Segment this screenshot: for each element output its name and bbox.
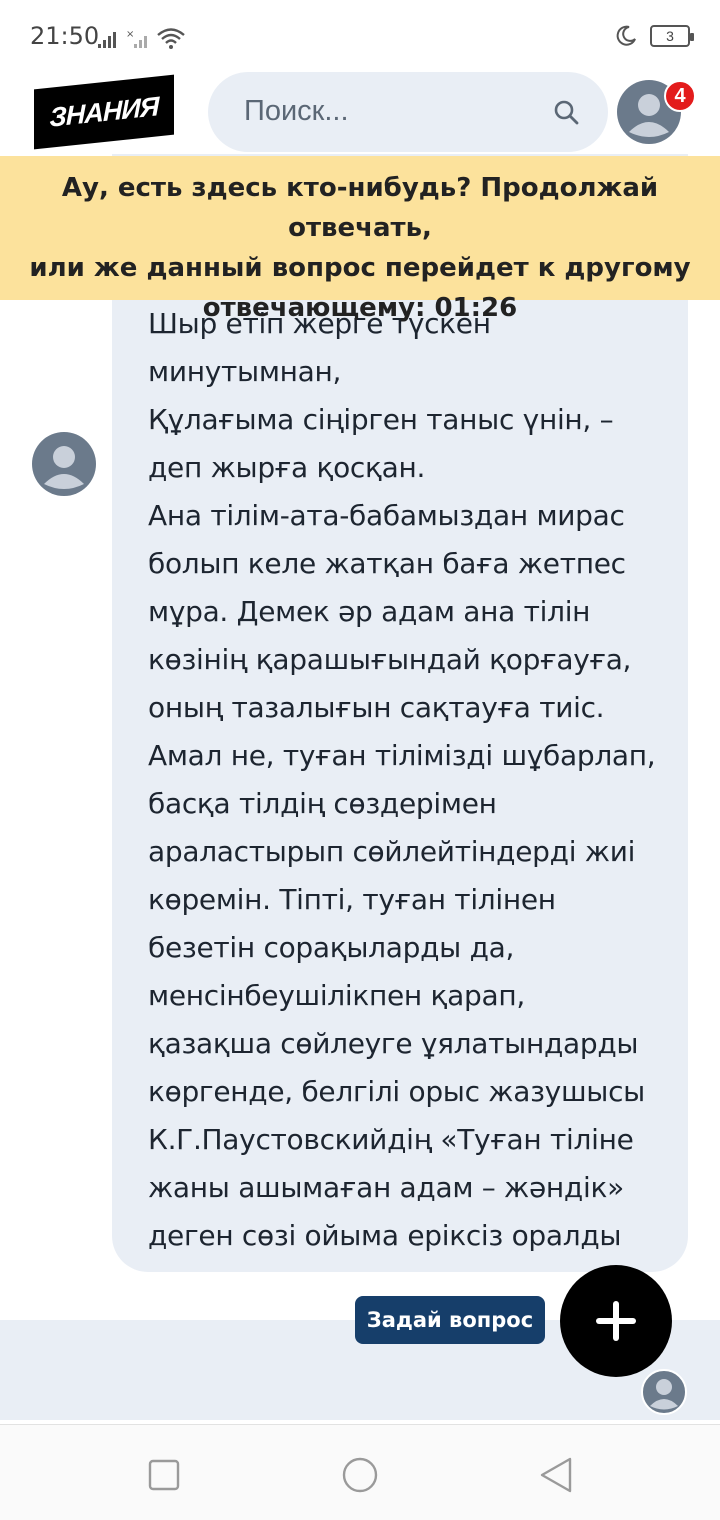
system-nav-bar	[0, 1424, 720, 1520]
search-icon[interactable]	[552, 98, 582, 128]
svg-text:×: ×	[126, 29, 134, 40]
answer-line: араластырып сөйлейтіндерді жиі	[148, 835, 636, 868]
answer-text: Шыр етіп жерге түскен минутымнан, Құлағы…	[148, 300, 668, 1260]
nav-circle-icon	[342, 1457, 378, 1493]
content-area: Шыр етіп жерге түскен минутымнан, Құлағы…	[0, 154, 720, 1320]
home-button[interactable]	[340, 1455, 380, 1495]
moon-icon	[616, 25, 636, 46]
answer-line: Ана тілім-ата-бабамыздан мирас	[148, 499, 625, 532]
inactivity-banner: Ау, есть здесь кто-нибудь? Продолжай отв…	[0, 156, 720, 323]
answer-line: безетін сорақыларды да,	[148, 931, 515, 964]
status-time: 21:50	[30, 22, 100, 50]
back-button[interactable]	[536, 1455, 576, 1495]
answer-line: болып келе жатқан баға жетпес	[148, 547, 626, 580]
plus-icon	[596, 1301, 636, 1341]
status-bar: 21:50 × 3	[0, 0, 720, 72]
answer-line: Құлағыма сіңірген таныс үнін, –	[148, 403, 614, 436]
battery-icon: 3	[650, 25, 694, 47]
logo-text: ЗНАНИЯ	[49, 90, 159, 133]
recent-apps-button[interactable]	[144, 1455, 184, 1495]
nav-back-icon	[540, 1457, 572, 1493]
answer-line: К.Г.Паустовскийдің «Туған тіліне	[148, 1123, 634, 1156]
answer-line: оның тазалығын сақтауға тиіс.	[148, 691, 605, 724]
notification-badge[interactable]: 4	[664, 80, 696, 112]
signal-icons: ×	[98, 24, 186, 50]
banner-line: отвечающему: 01:26	[202, 293, 518, 323]
answer-line: жаны ашымаған адам – жәндік»	[148, 1171, 624, 1204]
signal-x-icon: ×	[126, 29, 147, 48]
add-button[interactable]	[560, 1265, 672, 1377]
answer-line: қазақша сөйлеуге ұялатындарды	[148, 1027, 639, 1060]
answer-line: минутымнан,	[148, 355, 342, 388]
wifi-icon	[157, 28, 185, 49]
page: 21:50 × 3 ЗНАНИЯ Поиск... 4 Шыр етіп жер…	[0, 0, 720, 1520]
answer-line: мұра. Демек әр адам ана тілін	[148, 595, 591, 628]
answerer-avatar-icon[interactable]	[32, 432, 96, 496]
search-placeholder: Поиск...	[244, 95, 349, 127]
answer-line: басқа тілдің сөздерімен	[148, 787, 497, 820]
answer-line: деген сөзі ойыма еріксіз оралды	[148, 1219, 622, 1252]
banner-text: Ау, есть здесь кто-нибудь? Продолжай отв…	[0, 168, 720, 328]
user-avatar-icon[interactable]	[641, 1369, 687, 1415]
answer-line: көремін. Тіпті, туған тілінен	[148, 883, 556, 916]
answer-line: менсінбеушілікпен қарап,	[148, 979, 525, 1012]
nav-square-icon	[148, 1459, 180, 1491]
app-header: ЗНАНИЯ Поиск... 4	[0, 72, 720, 154]
search-input[interactable]: Поиск...	[208, 72, 608, 152]
banner-line: или же данный вопрос перейдет к другому	[29, 253, 691, 283]
answer-line: көзінің қарашығындай қорғауға,	[148, 643, 632, 676]
signal-icon	[98, 32, 116, 48]
ask-question-button[interactable]: Задай вопрос	[355, 1296, 545, 1344]
banner-line: Ау, есть здесь кто-нибудь? Продолжай отв…	[61, 173, 659, 243]
battery-level: 3	[666, 28, 674, 44]
answer-line: көргенде, белгілі орыс жазушысы	[148, 1075, 645, 1108]
logo[interactable]: ЗНАНИЯ	[34, 74, 174, 150]
status-right: 3	[614, 24, 694, 48]
answer-line: деп жырға қосқан.	[148, 451, 426, 484]
answer-line: Амал не, туған тілімізді шұбарлап,	[148, 739, 656, 772]
